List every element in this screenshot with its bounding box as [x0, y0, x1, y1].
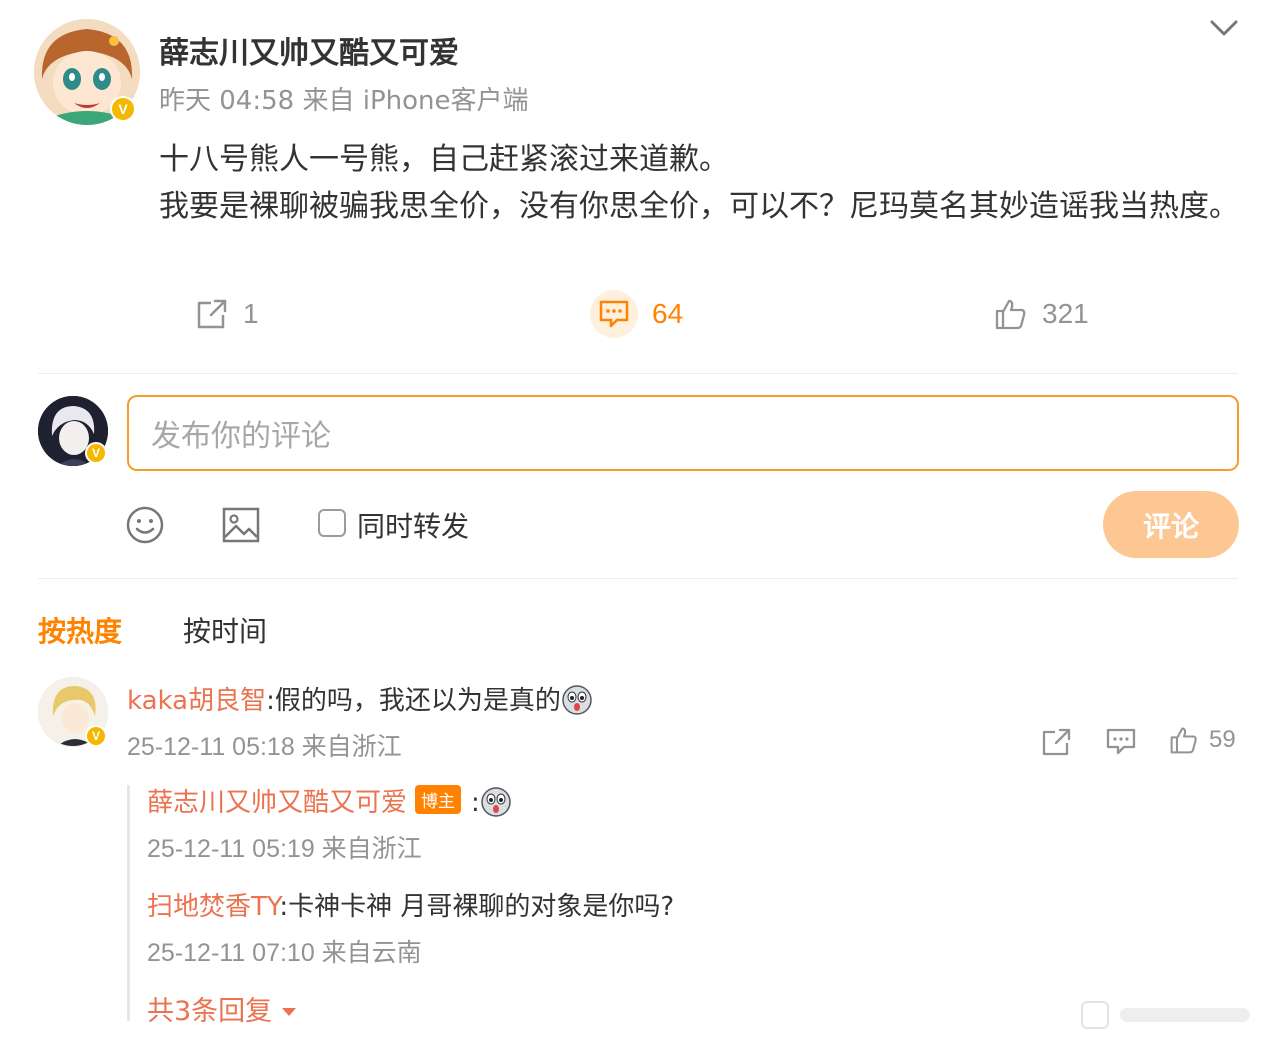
image-icon[interactable]: [221, 505, 261, 545]
reply-body: 薛志川又帅又酷又可爱 博主:: [147, 782, 512, 819]
post-author-name[interactable]: 薛志川又帅又酷又可爱: [159, 28, 459, 72]
post-source: 来自 iPhone客户端: [302, 86, 529, 116]
repost-count: 1: [243, 298, 259, 329]
watermark-logo: [1081, 1001, 1250, 1029]
post-content-line: 我要是裸聊被骗我思全价，没有你思全价，可以不？尼玛莫名其妙造谣我当热度。: [159, 189, 1239, 224]
comment-count: 64: [652, 298, 684, 329]
reply-meta: 25-12-11 07:10 来自云南: [147, 939, 422, 967]
comment-icon: [590, 290, 638, 338]
repost-icon[interactable]: [1041, 727, 1073, 757]
more-replies-link[interactable]: 共3条回复: [147, 989, 297, 1028]
reply-text: :: [471, 788, 480, 818]
verified-icon: V: [85, 725, 107, 747]
commenter-name[interactable]: kaka胡良智: [127, 686, 266, 716]
comment-like-count: 59: [1209, 726, 1236, 753]
like-icon: [995, 299, 1026, 330]
tab-sort-hot[interactable]: 按热度: [38, 610, 122, 650]
chevron-down-icon[interactable]: [1208, 14, 1240, 42]
reply-meta: 25-12-11 05:19 来自浙江: [147, 835, 422, 863]
reply-text: :卡神卡神 月哥裸聊的对象是你吗?: [279, 892, 675, 922]
also-repost-checkbox[interactable]: [318, 509, 346, 537]
emoji-sticker-icon: [562, 685, 592, 715]
reply-thread-bar: [127, 785, 130, 1021]
comment-body: kaka胡良智:假的吗，我还以为是真的: [127, 680, 593, 717]
reply-body: 扫地焚香TY:卡神卡神 月哥裸聊的对象是你吗?: [147, 886, 674, 923]
tab-sort-time[interactable]: 按时间: [183, 610, 267, 650]
also-repost-label[interactable]: 同时转发: [357, 505, 469, 545]
comment-button[interactable]: 64: [590, 290, 684, 338]
like-icon: [1170, 727, 1197, 754]
host-badge: 博主: [415, 785, 462, 814]
comment-input-placeholder: 发布你的评论: [151, 419, 331, 454]
reply-author-name[interactable]: 薛志川又帅又酷又可爱: [147, 788, 407, 818]
like-button[interactable]: 321: [994, 292, 1089, 336]
divider: [38, 373, 1238, 374]
like-count: 321: [1042, 298, 1089, 329]
repost-icon: [197, 299, 227, 329]
dropdown-caret-icon: [281, 1008, 296, 1016]
post-content-line: 十八号熊人一号熊，自己赶紧滚过来道歉。: [159, 142, 729, 177]
comment-icon[interactable]: [1105, 727, 1137, 757]
more-replies-label: 共3条回复: [147, 996, 273, 1027]
reply-author-name[interactable]: 扫地焚香TY: [147, 892, 279, 922]
emoji-icon[interactable]: [125, 505, 165, 545]
comment-text: :假的吗，我还以为是真的: [266, 686, 561, 716]
emoji-sticker-icon: [481, 787, 511, 817]
comment-input[interactable]: 发布你的评论: [127, 395, 1239, 471]
post-time: 昨天 04:58: [159, 86, 295, 116]
verified-icon: V: [110, 96, 136, 122]
post-meta: 昨天 04:58 来自 iPhone客户端: [159, 80, 529, 117]
submit-comment-button[interactable]: 评论: [1103, 491, 1239, 558]
post-content: 十八号熊人一号熊，自己赶紧滚过来道歉。 我要是裸聊被骗我思全价，没有你思全价，可…: [159, 136, 1249, 230]
comment-meta: 25-12-11 05:18 来自浙江: [127, 733, 402, 761]
repost-button[interactable]: 1: [195, 292, 259, 336]
comment-like-button[interactable]: 59: [1169, 725, 1236, 755]
divider: [38, 578, 1238, 579]
verified-icon: V: [85, 442, 107, 464]
